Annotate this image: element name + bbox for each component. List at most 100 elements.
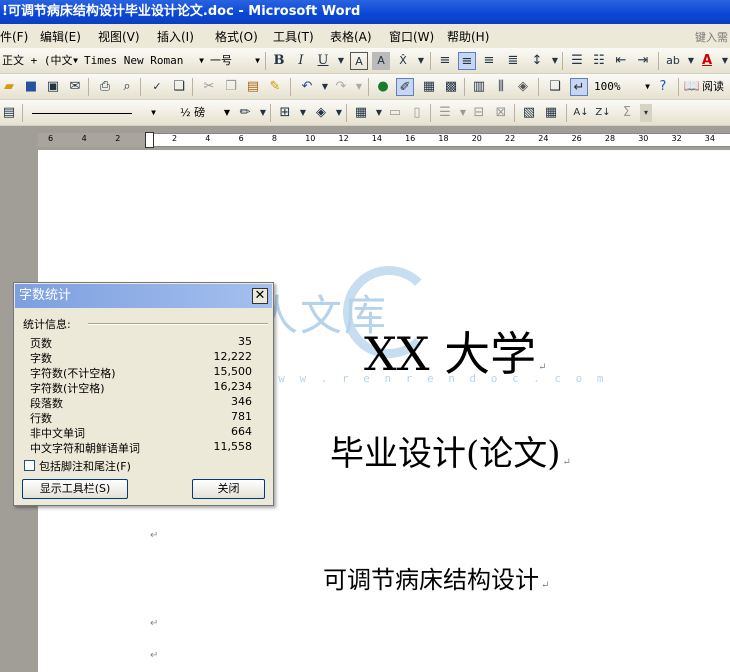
underline-icon[interactable]: U xyxy=(314,52,332,70)
document-topic[interactable]: 可调节病床结构设计 ↵ xyxy=(323,560,549,595)
show-gridlines-icon[interactable]: ▦ xyxy=(542,104,560,122)
numbering-icon[interactable]: ☰ xyxy=(568,52,586,70)
document-title[interactable]: XX 大学 ↵ xyxy=(364,318,547,384)
document-map-icon[interactable]: ◈ xyxy=(514,78,532,96)
font-dropdown[interactable]: Times New Roman ▼ xyxy=(84,51,204,71)
chevron-down-icon: ▼ xyxy=(73,56,78,65)
italic-icon[interactable]: I xyxy=(292,52,310,70)
read-icon[interactable]: 📖 xyxy=(683,78,701,96)
ruler-tick-label: 24 xyxy=(538,134,549,143)
character-scaling-icon[interactable]: X̂ xyxy=(394,52,412,70)
chevron-down-icon[interactable]: ▼ xyxy=(350,78,368,96)
decrease-indent-icon[interactable]: ⇤ xyxy=(612,52,630,70)
chart-icon[interactable]: ⫼ xyxy=(492,78,510,96)
justify-icon[interactable]: ≣ xyxy=(504,52,522,70)
insert-excel-icon[interactable]: ▩ xyxy=(442,78,460,96)
chevron-down-icon[interactable]: ▼ xyxy=(332,52,350,70)
email-icon[interactable]: ✉ xyxy=(66,78,84,96)
sort-descending-icon[interactable]: Z↓ xyxy=(594,104,612,122)
borders-icon[interactable]: ⊞ xyxy=(276,104,294,122)
bullets-icon[interactable]: ☷ xyxy=(590,52,608,70)
toolbar-options-icon[interactable]: ▾ xyxy=(640,104,652,122)
distribute-rows-icon[interactable]: ⊟ xyxy=(470,104,488,122)
align-left-icon[interactable]: ≡ xyxy=(436,52,454,70)
align-center-icon[interactable]: ≡ xyxy=(458,52,476,70)
menu-table[interactable]: 表格(A) xyxy=(330,28,372,45)
paragraph-mark-icon: ↵ xyxy=(562,457,571,468)
research-icon[interactable]: ❏ xyxy=(170,78,188,96)
help-icon[interactable]: ? xyxy=(654,78,672,96)
menu-format[interactable]: 格式(O) xyxy=(215,28,258,45)
style-dropdown[interactable]: 正文 + (中文 ▼ xyxy=(2,51,78,71)
drawing-toolbar-icon[interactable]: ✐ xyxy=(396,78,414,96)
increase-indent-icon[interactable]: ⇥ xyxy=(634,52,652,70)
close-icon[interactable]: ✕ xyxy=(252,288,268,304)
show-formatting-icon[interactable]: ↵ xyxy=(570,78,588,96)
chevron-down-icon: ▼ xyxy=(255,56,260,65)
stat-row-pages: 页数 35 xyxy=(30,335,252,350)
sort-ascending-icon[interactable]: A↓ xyxy=(572,104,590,122)
ruler-tick-label: 16 xyxy=(405,134,416,143)
menu-edit[interactable]: 编辑(E) xyxy=(40,28,81,45)
menu-help[interactable]: 帮助(H) xyxy=(447,28,489,45)
draw-table-icon[interactable]: ▤ xyxy=(0,104,18,122)
line-style-dropdown[interactable]: ▼ xyxy=(28,103,156,123)
document-map-view-icon[interactable]: ❑ xyxy=(546,78,564,96)
line-weight-dropdown[interactable]: ½ 磅 ▼ xyxy=(180,103,230,123)
read-mode-label[interactable]: 阅读 xyxy=(702,77,724,97)
show-toolbar-button[interactable]: 显示工具栏(S) xyxy=(22,479,128,499)
bold-icon[interactable]: B xyxy=(270,52,288,70)
dialog-title-bar[interactable]: 字数统计 ✕ xyxy=(15,284,272,308)
chevron-down-icon[interactable]: ▼ xyxy=(294,104,312,122)
paste-icon[interactable]: ▤ xyxy=(244,78,262,96)
menu-tools[interactable]: 工具(T) xyxy=(273,28,314,45)
font-color-icon[interactable]: A xyxy=(698,52,716,70)
permission-icon[interactable]: ▣ xyxy=(44,78,62,96)
stat-row-non-asian-words: 非中文单词 664 xyxy=(30,425,252,440)
character-shading-icon[interactable]: A xyxy=(372,52,390,70)
chevron-down-icon[interactable]: ▼ xyxy=(716,52,730,70)
table-autoformat-icon[interactable]: ▧ xyxy=(520,104,538,122)
horizontal-ruler[interactable]: 64224681012141618202224262830323436 xyxy=(0,130,730,150)
menu-file[interactable]: 件(F) xyxy=(0,28,28,45)
ruler-tick-label: 34 xyxy=(704,134,715,143)
chevron-down-icon[interactable]: ▼ xyxy=(412,52,430,70)
shading-color-icon[interactable]: ◈ xyxy=(312,104,330,122)
align-right-icon[interactable]: ≡ xyxy=(480,52,498,70)
help-search-hint[interactable]: 键入需 xyxy=(695,29,728,45)
print-icon[interactable]: ⎙ xyxy=(96,78,114,96)
font-size-dropdown[interactable]: 一号 ▼ xyxy=(210,51,260,71)
character-border-icon[interactable]: A xyxy=(350,52,368,70)
insert-table-small-icon[interactable]: ▦ xyxy=(352,104,370,122)
spelling-icon[interactable]: ✓ xyxy=(148,78,166,96)
split-cells-icon[interactable]: ▯ xyxy=(408,104,426,122)
copy-icon[interactable]: ❐ xyxy=(222,78,240,96)
include-footnotes-checkbox[interactable] xyxy=(24,460,35,471)
highlight-icon[interactable]: ab xyxy=(664,52,682,70)
autosum-icon[interactable]: Σ xyxy=(618,104,636,122)
redo-icon[interactable]: ↷ xyxy=(332,78,350,96)
close-button[interactable]: 关闭 xyxy=(192,479,265,499)
line-spacing-icon[interactable]: ↕ xyxy=(528,52,546,70)
document-subtitle[interactable]: 毕业设计(论文) ↵ xyxy=(330,426,571,475)
align-cell-icon[interactable]: ☰ xyxy=(436,104,454,122)
menu-view[interactable]: 视图(V) xyxy=(98,28,140,45)
columns-icon[interactable]: ▥ xyxy=(470,78,488,96)
format-painter-icon[interactable]: ✎ xyxy=(266,78,284,96)
open-folder-icon[interactable]: ▰ xyxy=(0,78,18,96)
undo-icon[interactable]: ↶ xyxy=(298,78,316,96)
cut-icon[interactable]: ✂ xyxy=(200,78,218,96)
menu-insert[interactable]: 插入(I) xyxy=(157,28,194,45)
indent-marker[interactable] xyxy=(145,132,154,148)
zoom-dropdown[interactable]: 100% ▼ xyxy=(594,77,650,97)
menu-window[interactable]: 窗口(W) xyxy=(389,28,434,45)
distribute-columns-icon[interactable]: ⊠ xyxy=(492,104,510,122)
print-preview-icon[interactable]: ⌕ xyxy=(118,78,136,96)
chevron-down-icon: ▼ xyxy=(223,108,230,117)
insert-table-icon[interactable]: ▦ xyxy=(420,78,438,96)
border-color-icon[interactable]: ✏ xyxy=(236,104,254,122)
save-icon[interactable]: ■ xyxy=(22,78,40,96)
hyperlink-icon[interactable]: ● xyxy=(374,78,392,96)
merge-cells-icon[interactable]: ▭ xyxy=(386,104,404,122)
include-footnotes-label[interactable]: 包括脚注和尾注(F) xyxy=(39,458,131,474)
